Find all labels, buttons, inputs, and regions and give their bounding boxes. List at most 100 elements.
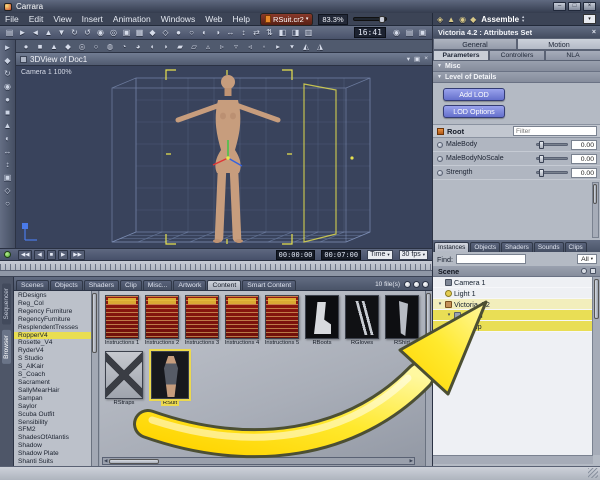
room-icon[interactable]: ▲: [447, 15, 455, 24]
tool-icon[interactable]: ▰: [173, 42, 187, 51]
tool-icon[interactable]: ●: [172, 28, 185, 37]
close-icon[interactable]: ×: [592, 29, 596, 36]
content-thumbnail[interactable]: Instructions 5: [264, 295, 300, 346]
tool-icon[interactable]: ◐: [198, 28, 211, 37]
folder-item[interactable]: Reg_Col: [14, 300, 91, 308]
scene-panel-tab[interactable]: Clips: [564, 242, 587, 252]
folder-item[interactable]: RyderV4: [14, 347, 91, 355]
expander-icon[interactable]: ▸: [455, 323, 461, 329]
tool-icon[interactable]: ■: [33, 42, 47, 51]
thumbnail-image[interactable]: [149, 349, 191, 401]
folder-item[interactable]: S_Coach: [14, 371, 91, 379]
scene-tree-item[interactable]: Light 1: [433, 288, 593, 299]
slider-handle[interactable]: [378, 16, 385, 23]
attributes-scrollbar[interactable]: [592, 182, 599, 238]
menu-item[interactable]: Insert: [77, 14, 108, 24]
memory-slider[interactable]: [352, 16, 387, 23]
tool-icon[interactable]: ◆: [61, 42, 75, 51]
tool-icon[interactable]: ↔: [4, 147, 12, 156]
scene-panel-tab[interactable]: Objects: [470, 242, 501, 252]
tool-icon[interactable]: ○: [5, 199, 10, 208]
folder-item[interactable]: ResplendentTresses: [14, 324, 91, 332]
thumbnail-image[interactable]: [345, 295, 379, 339]
scrollbar-thumb[interactable]: [92, 293, 97, 353]
tool-icon[interactable]: ►: [16, 28, 29, 37]
tool-icon[interactable]: ◇: [4, 186, 10, 195]
scene-panel-tab[interactable]: Shaders: [501, 242, 533, 252]
tool-icon[interactable]: ↔: [224, 28, 237, 37]
parameter-row[interactable]: MaleBody 0.00: [433, 138, 600, 152]
slider-handle[interactable]: [539, 169, 544, 177]
scroll-right-icon[interactable]: ▶: [410, 458, 413, 464]
tool-icon[interactable]: ↕: [237, 28, 250, 37]
view-option-button[interactable]: [422, 281, 429, 288]
scene-tree-item[interactable]: ▸ hip: [433, 321, 593, 332]
scene-tree-item[interactable]: ▾ Victoria 4.2: [433, 299, 593, 310]
tool-icon[interactable]: ▹: [215, 42, 229, 51]
tool-icon[interactable]: ▾: [285, 42, 299, 51]
section-level-of-details[interactable]: ▼ Level of Details: [433, 72, 600, 83]
tool-icon[interactable]: ●: [5, 95, 10, 104]
scene-panel-tab[interactable]: Instances: [434, 242, 470, 252]
folder-item[interactable]: SFM2: [14, 426, 91, 434]
tool-icon[interactable]: ◉: [94, 28, 107, 37]
browser-tab[interactable]: Content: [207, 280, 242, 290]
thumbnail-image[interactable]: [265, 295, 299, 339]
content-thumbnail[interactable]: Instructions 1: [104, 295, 140, 346]
motion-subtab[interactable]: Parameters: [433, 50, 489, 61]
parameter-value[interactable]: 0.00: [571, 153, 597, 164]
tool-icon[interactable]: ▦: [133, 28, 146, 37]
content-thumbnail[interactable]: Instructions 2: [144, 295, 180, 346]
resize-grip[interactable]: [588, 468, 598, 478]
thumbnail-image[interactable]: [105, 351, 143, 399]
maximize-button[interactable]: □: [568, 2, 581, 11]
lod-options-button[interactable]: LOD Options: [443, 105, 505, 118]
viewport-header-icon[interactable]: ×: [424, 55, 428, 63]
transport-button[interactable]: ▶▶: [70, 249, 85, 260]
fps-select[interactable]: 30 fps ▾: [398, 249, 428, 260]
thumbnail-image[interactable]: [185, 295, 219, 339]
browser-tab[interactable]: Smart Content: [242, 280, 297, 290]
tool-icon[interactable]: ▣: [416, 28, 429, 37]
parameter-value[interactable]: 0.00: [571, 167, 597, 178]
view-option-button[interactable]: [404, 281, 411, 288]
find-input[interactable]: [455, 254, 526, 264]
tool-icon[interactable]: ◐: [5, 134, 10, 143]
scrollbar-thumb[interactable]: [593, 184, 597, 204]
folder-item[interactable]: Rosette_V4: [14, 339, 91, 347]
folder-item[interactable]: Regency Furniture: [14, 308, 91, 316]
folder-item[interactable]: RopperV4: [14, 331, 91, 340]
menu-item[interactable]: Windows: [156, 14, 200, 24]
scrollbar-thumb[interactable]: [594, 279, 599, 319]
tool-icon[interactable]: ▲: [47, 42, 61, 51]
transport-button[interactable]: ▶: [58, 249, 69, 260]
animate-toggle[interactable]: [4, 251, 11, 258]
eye-icon[interactable]: [581, 268, 587, 274]
tool-icon[interactable]: ◨: [289, 28, 302, 37]
folder-item[interactable]: S Studio: [14, 355, 91, 363]
folder-item[interactable]: SallyMearHair: [14, 387, 91, 395]
content-thumbnail[interactable]: RStraps: [104, 351, 144, 406]
tool-icon[interactable]: ◇: [159, 28, 172, 37]
folder-item[interactable]: Sensibility: [14, 419, 91, 427]
menu-item[interactable]: Help: [228, 14, 255, 24]
tool-icon[interactable]: ↻: [68, 28, 81, 37]
folder-item[interactable]: S_AlKair: [14, 363, 91, 371]
transport-button[interactable]: ◀◀: [18, 249, 33, 260]
tool-icon[interactable]: ◎: [75, 42, 89, 51]
folder-item[interactable]: Scuba Outfit: [14, 411, 91, 419]
timeline-ruler[interactable]: [0, 261, 432, 277]
thumbnail-image[interactable]: [225, 295, 259, 339]
scene-panel-tab[interactable]: Sounds: [533, 242, 564, 252]
scene-h-scrollbar[interactable]: [433, 455, 593, 464]
tool-icon[interactable]: ◃: [243, 42, 257, 51]
tool-icon[interactable]: ●: [19, 42, 33, 51]
scrollbar-thumb[interactable]: [426, 293, 431, 343]
close-button[interactable]: ×: [583, 2, 596, 11]
tool-icon[interactable]: ⇅: [263, 28, 276, 37]
folder-item[interactable]: Sacrament: [14, 379, 91, 387]
tool-icon[interactable]: ◑: [211, 28, 224, 37]
thumbnail-image[interactable]: [145, 295, 179, 339]
motion-subtab[interactable]: NLA: [545, 50, 600, 61]
content-v-scrollbar[interactable]: [425, 291, 432, 467]
